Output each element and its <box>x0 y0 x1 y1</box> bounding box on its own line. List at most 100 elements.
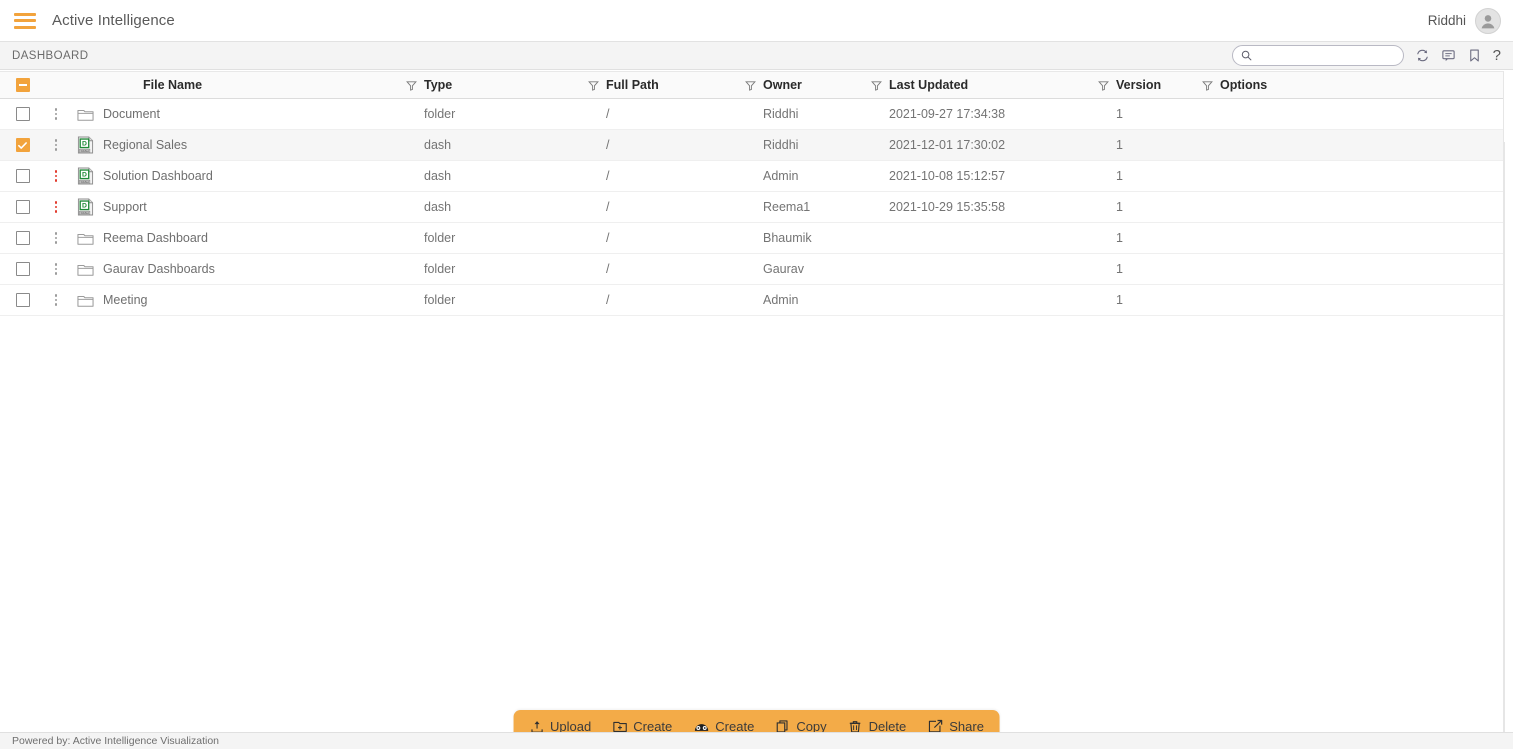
row-owner: Reema1 <box>763 200 811 214</box>
row-select-cell <box>0 231 45 245</box>
row-owner: Riddhi <box>763 107 799 121</box>
row-menu-cell <box>45 232 67 244</box>
filter-icon-file-name[interactable] <box>400 80 422 91</box>
table-row[interactable]: Reema Dashboard folder / Bhaumik 1 <box>0 223 1503 254</box>
row-file-name-cell[interactable]: Gaurav Dashboards <box>67 260 400 278</box>
row-last-updated: 2021-10-29 15:35:58 <box>889 200 1006 214</box>
row-options-menu-icon[interactable] <box>54 170 58 182</box>
svg-text:DASH: DASH <box>80 149 88 153</box>
row-full-path: / <box>606 262 610 276</box>
row-type: dash <box>424 169 452 183</box>
column-header-type[interactable]: Type <box>422 78 582 92</box>
search-input[interactable] <box>1256 49 1395 62</box>
row-options-menu-icon[interactable] <box>54 139 58 151</box>
top-bar: Active Intelligence Riddhi <box>0 0 1513 42</box>
row-checkbox[interactable] <box>15 107 30 121</box>
column-header-file-name[interactable]: File Name <box>67 78 400 92</box>
column-header-full-path[interactable]: Full Path <box>604 78 739 92</box>
folder-icon <box>76 291 94 309</box>
row-checkbox[interactable] <box>15 169 30 183</box>
row-file-name: Support <box>103 200 147 214</box>
row-version: 1 <box>1116 231 1123 245</box>
row-file-name-cell[interactable]: Meeting <box>67 291 400 309</box>
comment-icon[interactable] <box>1441 47 1456 65</box>
row-owner: Admin <box>763 169 799 183</box>
search-box[interactable] <box>1231 45 1404 66</box>
row-version: 1 <box>1116 169 1123 183</box>
vertical-scrollbar[interactable] <box>1504 142 1513 732</box>
row-last-updated: 2021-09-27 17:34:38 <box>889 107 1006 121</box>
breadcrumb[interactable]: DASHBOARD <box>12 50 88 62</box>
row-type: folder <box>424 107 456 121</box>
row-file-name-cell[interactable]: Document <box>67 105 400 123</box>
column-header-last-updated[interactable]: Last Updated <box>887 78 1092 92</box>
filter-icon-type[interactable] <box>582 80 604 91</box>
row-select-cell <box>0 293 45 307</box>
row-file-name: Solution Dashboard <box>103 169 213 183</box>
page-title: Active Intelligence <box>52 12 175 29</box>
column-header-options[interactable]: Options <box>1218 78 1503 92</box>
column-header-version[interactable]: Version <box>1114 78 1196 92</box>
row-menu-cell <box>45 170 67 182</box>
row-select-cell <box>0 169 45 183</box>
row-type: folder <box>424 262 456 276</box>
row-type: folder <box>424 231 456 245</box>
row-select-cell <box>0 138 45 152</box>
row-checkbox[interactable] <box>15 262 30 276</box>
row-type: dash <box>424 200 452 214</box>
refresh-icon[interactable] <box>1415 47 1430 65</box>
table-row[interactable]: D DASH Support dash / Reema1 2021-10-29 15:35:… <box>0 192 1503 223</box>
table-row[interactable]: D DASH Regional Sales dash / Riddhi 2021-12-01… <box>0 130 1503 161</box>
table-row[interactable]: D DASH Solution Dashboard dash / Admin 2021-10… <box>0 161 1503 192</box>
svg-text:DASH: DASH <box>80 211 88 215</box>
folder-icon <box>76 105 94 123</box>
row-options-menu-icon[interactable] <box>54 294 58 306</box>
row-checkbox[interactable] <box>15 231 30 245</box>
row-options-menu-icon[interactable] <box>54 263 58 275</box>
table-row[interactable]: Gaurav Dashboards folder / Gaurav 1 <box>0 254 1503 285</box>
select-all-cell <box>0 78 45 92</box>
row-full-path: / <box>606 293 610 307</box>
svg-text:DASH: DASH <box>80 180 88 184</box>
row-file-name-cell[interactable]: D DASH Regional Sales <box>67 136 400 154</box>
user-name: Riddhi <box>1427 13 1466 28</box>
row-options-menu-icon[interactable] <box>54 108 58 120</box>
dashboard-file-icon: D DASH <box>76 167 94 185</box>
row-version: 1 <box>1116 262 1123 276</box>
top-bar-right: Riddhi <box>1427 7 1501 34</box>
filter-icon-full-path[interactable] <box>739 80 761 91</box>
row-version: 1 <box>1116 107 1123 121</box>
folder-icon <box>76 260 94 278</box>
svg-text:D: D <box>82 172 87 179</box>
row-file-name: Gaurav Dashboards <box>103 262 215 276</box>
bookmark-icon[interactable] <box>1467 47 1482 65</box>
row-checkbox[interactable] <box>15 293 30 307</box>
row-file-name: Meeting <box>103 293 148 307</box>
dashboard-file-icon: D DASH <box>76 198 94 216</box>
select-all-checkbox[interactable] <box>15 78 30 92</box>
row-file-name-cell[interactable]: Reema Dashboard <box>67 229 400 247</box>
row-select-cell <box>0 200 45 214</box>
row-full-path: / <box>606 231 610 245</box>
help-icon[interactable]: ? <box>1493 47 1501 65</box>
row-version: 1 <box>1116 138 1123 152</box>
table-row[interactable]: Meeting folder / Admin 1 <box>0 285 1503 316</box>
row-options-menu-icon[interactable] <box>54 201 58 213</box>
row-full-path: / <box>606 107 610 121</box>
filter-icon-owner[interactable] <box>865 80 887 91</box>
hamburger-icon[interactable] <box>14 12 36 29</box>
user-avatar-icon[interactable] <box>1475 7 1501 34</box>
row-options-menu-icon[interactable] <box>54 232 58 244</box>
filter-icon-last-updated[interactable] <box>1092 80 1114 91</box>
row-checkbox[interactable] <box>15 200 30 214</box>
row-menu-cell <box>45 294 67 306</box>
table-row[interactable]: Document folder / Riddhi 2021-09-27 17:34:38… <box>0 99 1503 130</box>
row-select-cell <box>0 262 45 276</box>
filter-icon-version[interactable] <box>1196 80 1218 91</box>
row-checkbox[interactable] <box>15 138 30 152</box>
row-file-name-cell[interactable]: D DASH Solution Dashboard <box>67 167 400 185</box>
row-owner: Gaurav <box>763 262 804 276</box>
row-full-path: / <box>606 169 610 183</box>
column-header-owner[interactable]: Owner <box>761 78 865 92</box>
row-file-name-cell[interactable]: D DASH Support <box>67 198 400 216</box>
